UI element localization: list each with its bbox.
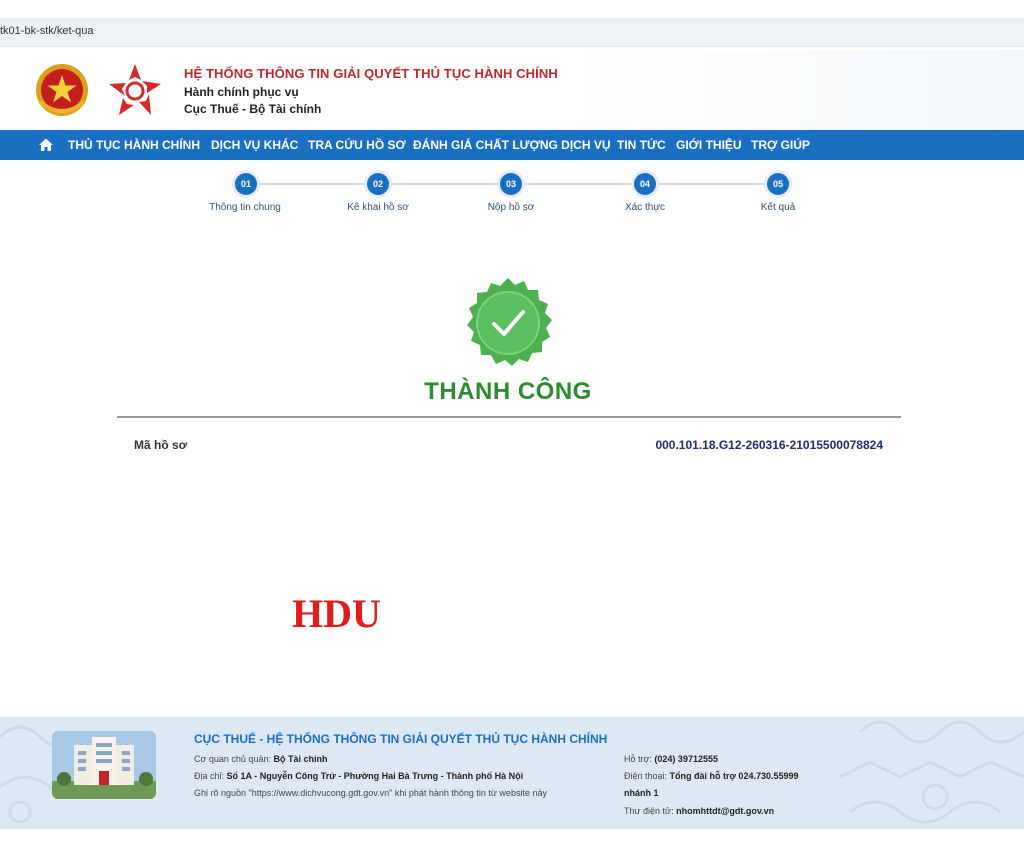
- home-icon[interactable]: [38, 137, 54, 153]
- site-subtitle: Hành chính phục vụ: [184, 85, 299, 99]
- nav-item-danh-gia-chat-luong[interactable]: ĐÁNH GIÁ CHẤT LƯỢNG DỊCH VỤ: [413, 138, 611, 152]
- hdu-watermark: HDU: [292, 591, 381, 636]
- public-service-star-logo-icon: [109, 64, 161, 115]
- national-emblem-icon: [36, 64, 88, 116]
- step-4-label: Xác thực: [624, 202, 666, 213]
- footer-agency-value: Bộ Tài chính: [273, 754, 328, 764]
- footer-email-label: Thư điện tử:: [624, 806, 674, 816]
- footer-agency-label: Cơ quan chủ quản:: [194, 754, 271, 764]
- footer-phone-label: Điện thoại:: [624, 771, 668, 781]
- nav-item-dich-vu-khac[interactable]: DỊCH VỤ KHÁC: [211, 138, 298, 152]
- result-divider: [117, 416, 901, 418]
- footer-phone-value: Tổng đài hỗ trợ 024.730.55999: [669, 771, 799, 781]
- success-status-text: THÀNH CÔNG: [424, 378, 592, 405]
- footer-support-label: Hỗ trợ:: [624, 754, 652, 764]
- step-5-circle: 05: [767, 173, 789, 195]
- site-agency: Cục Thuế - Bộ Tài chính: [184, 102, 322, 116]
- step-1-circle: 01: [235, 173, 257, 195]
- headquarters-building-image: [52, 731, 156, 799]
- footer-support-row: Hỗ trợ: (024) 39712555: [624, 754, 718, 764]
- nav-item-thu-tuc-hanh-chinh[interactable]: THỦ TỤC HÀNH CHÍNH: [68, 138, 200, 152]
- footer-source-note: Ghi rõ nguồn "https://www.dichvucong.gdt…: [194, 788, 547, 798]
- footer-address-value: Số 1A - Nguyễn Công Trứ - Phường Hai Bà …: [226, 771, 524, 781]
- footer-address-row: Địa chỉ: Số 1A - Nguyễn Công Trứ - Phườn…: [194, 771, 523, 781]
- step-2-circle: 02: [367, 173, 389, 195]
- step-3-label: Nộp hồ sơ: [487, 202, 535, 213]
- nav-item-tra-cuu-ho-so[interactable]: TRA CỨU HỒ SƠ: [308, 138, 406, 152]
- site-title: HỆ THỐNG THÔNG TIN GIẢI QUYẾT THỦ TỤC HÀ…: [184, 66, 558, 81]
- footer-email-row: Thư điện tử: nhomhttdt@gdt.gov.vn: [624, 806, 774, 816]
- footer-phone-value-2: nhánh 1: [624, 788, 659, 798]
- footer-agency-row: Cơ quan chủ quản: Bộ Tài chính: [194, 754, 327, 764]
- footer-title: CỤC THUẾ - HỆ THỐNG THÔNG TIN GIẢI QUYẾT…: [194, 732, 608, 746]
- footer-email-value[interactable]: nhomhttdt@gdt.gov.vn: [676, 806, 774, 816]
- step-4-circle: 04: [634, 173, 656, 195]
- record-code-value: 000.101.18.G12-260316-21015500078824: [655, 438, 883, 452]
- nav-item-gioi-thieu[interactable]: GIỚI THIỆU: [676, 138, 742, 152]
- url-text[interactable]: tk01-bk-stk/ket-qua: [0, 25, 94, 37]
- step-2-label: Kê khai hồ sơ: [347, 202, 409, 213]
- footer-phone-row: Điện thoại: Tổng đài hỗ trợ 024.730.5599…: [624, 771, 799, 781]
- footer-support-value: (024) 39712555: [654, 754, 718, 764]
- footer-phone-extension: nhánh 1: [624, 788, 659, 798]
- nav-item-tro-giup[interactable]: TRỢ GIÚP: [751, 138, 810, 152]
- browser-url-bar[interactable]: tk01-bk-stk/ket-qua: [0, 18, 1024, 47]
- nav-item-tin-tuc[interactable]: TIN TỨC: [617, 138, 666, 152]
- step-5-label: Kết quả: [760, 202, 796, 213]
- record-code-label: Mã hồ sơ: [134, 438, 188, 452]
- success-check-badge-icon: [467, 278, 552, 366]
- step-3-circle: 03: [500, 173, 522, 195]
- footer-address-label: Địa chỉ:: [194, 771, 225, 781]
- step-1-label: Thông tin chung: [209, 202, 281, 213]
- page-bottom-area: [0, 829, 1024, 853]
- main-navbar: THỦ TỤC HÀNH CHÍNH DỊCH VỤ KHÁC TRA CỨU …: [0, 130, 1024, 160]
